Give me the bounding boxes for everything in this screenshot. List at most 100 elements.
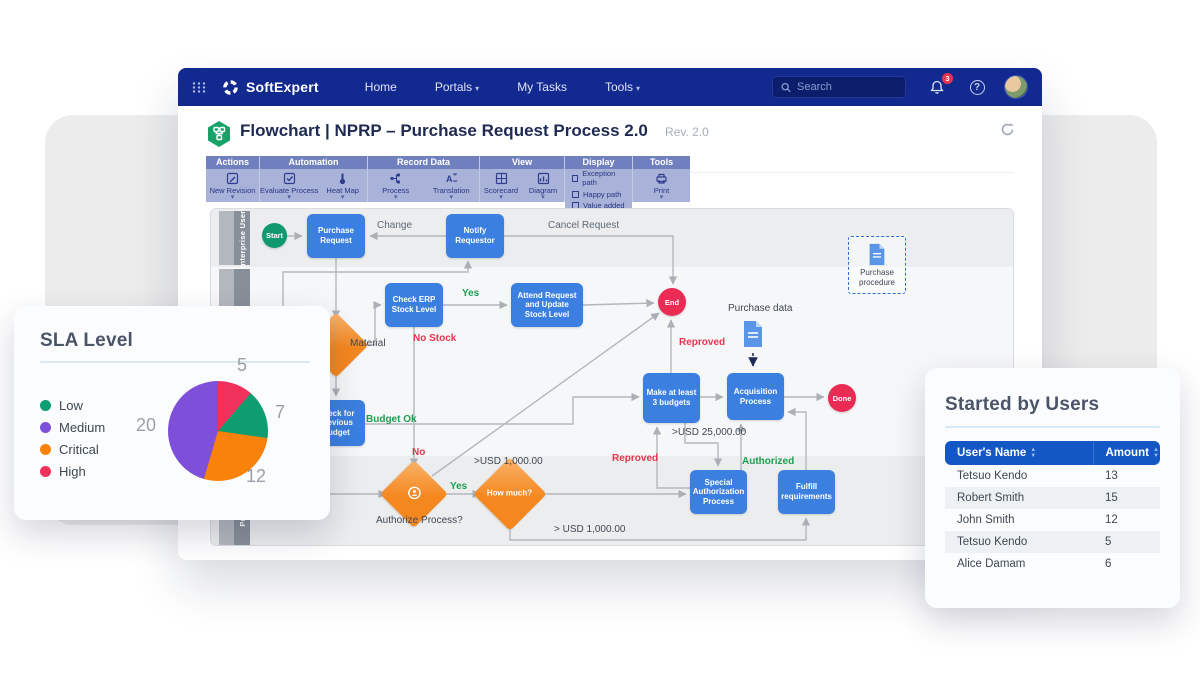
group-header: Actions bbox=[206, 156, 259, 169]
avatar[interactable] bbox=[1004, 75, 1028, 99]
brand-name: SoftExpert bbox=[246, 79, 319, 95]
purchase-request-node[interactable]: Purchase Request bbox=[307, 214, 365, 258]
group-header: Display bbox=[565, 156, 632, 169]
legend-item-low: Low bbox=[40, 398, 105, 413]
table-row: Robert Smith15 bbox=[945, 487, 1160, 509]
legend-dot bbox=[40, 400, 51, 411]
evaluate-process-button[interactable]: Evaluate Process▾ bbox=[260, 172, 318, 200]
group-header: Automation bbox=[260, 156, 367, 169]
special-authorization-node[interactable]: Special Authorization Process bbox=[690, 470, 747, 514]
fulfill-requirements-node[interactable]: Fulfill requirements bbox=[778, 470, 835, 514]
card-title: Started by Users bbox=[945, 394, 1160, 416]
document-icon bbox=[742, 320, 764, 348]
edge-label-cancel-request: Cancel Request bbox=[548, 220, 619, 231]
help-icon: ? bbox=[970, 80, 985, 95]
group-header: View bbox=[480, 156, 564, 169]
checkbox-icon bbox=[572, 191, 579, 198]
edge-label-usd25000: >USD 25,000.00 bbox=[672, 427, 746, 438]
end-node[interactable]: End bbox=[658, 288, 686, 316]
edge-label-budget-ok: Budget Ok bbox=[366, 414, 417, 425]
purchase-procedure-artifact[interactable]: Purchase procedure bbox=[848, 236, 906, 294]
search-icon bbox=[781, 82, 791, 93]
attend-request-node[interactable]: Attend Request and Update Stock Level bbox=[511, 283, 583, 327]
nav-item-portals[interactable]: Portals▾ bbox=[435, 80, 479, 94]
help-button[interactable]: ? bbox=[968, 78, 986, 96]
check-erp-stock-level-node[interactable]: Check ERP Stock Level bbox=[385, 283, 443, 327]
flowchart-app-icon bbox=[206, 120, 232, 148]
navbar: SoftExpert Home Portals▾ My Tasks Tools▾… bbox=[178, 68, 1042, 106]
legend-item-critical: Critical bbox=[40, 442, 105, 457]
document-icon bbox=[868, 243, 886, 266]
acquisition-process-node[interactable]: Acquisition Process bbox=[727, 373, 784, 420]
nav-item-tools[interactable]: Tools▾ bbox=[605, 80, 640, 94]
edge-label-reproved: Reproved bbox=[612, 453, 658, 464]
purchase-data-artifact[interactable] bbox=[742, 320, 764, 353]
svg-text:A: A bbox=[446, 174, 453, 184]
brand-logo: SoftExpert bbox=[222, 79, 319, 96]
legend-item-medium: Medium bbox=[40, 420, 105, 435]
sort-icon: ▲▼ bbox=[1153, 447, 1159, 459]
notify-requestor-node[interactable]: Notify Requestor bbox=[446, 214, 504, 258]
group-header: Tools bbox=[633, 156, 690, 169]
edge-label-no: No bbox=[412, 447, 425, 458]
evaluate-process-icon bbox=[283, 172, 296, 185]
edge-label-change: Change bbox=[377, 220, 412, 231]
print-button[interactable]: Print▾ bbox=[633, 172, 690, 200]
gateway-label-authorize-process: Authorize Process? bbox=[376, 515, 463, 526]
nav-item-my-tasks[interactable]: My Tasks bbox=[517, 80, 567, 94]
amount-cell: 15 bbox=[1093, 487, 1160, 509]
toolbar-group-view: View Scorecard▾ Diagram▾ bbox=[480, 156, 565, 202]
toolbar-group-actions: Actions New Revision▾ bbox=[206, 156, 260, 202]
user-name-cell: Tetsuo Kendo bbox=[945, 465, 1093, 487]
lane-handle bbox=[219, 211, 234, 265]
users-table: User's Name▲▼ Amount▲▼ Tetsuo Kendo13 Ro… bbox=[945, 441, 1160, 575]
process-icon bbox=[389, 172, 402, 185]
edge-label-yes: Yes bbox=[450, 481, 467, 492]
pie-value-critical: 12 bbox=[246, 466, 266, 487]
new-revision-button[interactable]: New Revision▾ bbox=[206, 172, 259, 200]
amount-cell: 6 bbox=[1093, 553, 1160, 575]
scorecard-button[interactable]: Scorecard▾ bbox=[480, 172, 522, 200]
toolbar-group-automation: Automation Evaluate Process▾ Heat Map▾ bbox=[260, 156, 368, 202]
ribbon-toolbar: Actions New Revision▾ Automation Evaluat… bbox=[206, 156, 690, 202]
search-input[interactable] bbox=[797, 81, 897, 93]
checkbox-happy-path[interactable]: Happy path bbox=[572, 190, 625, 199]
legend-dot bbox=[40, 466, 51, 477]
refresh-button[interactable] bbox=[1000, 122, 1015, 137]
checkbox-exception-path[interactable]: Exception path bbox=[572, 169, 625, 187]
diagram-icon bbox=[537, 172, 550, 185]
search-box[interactable] bbox=[772, 76, 906, 98]
table-row: John Smith12 bbox=[945, 509, 1160, 531]
edge-label-no-stock: No Stock bbox=[413, 333, 456, 344]
legend-dot bbox=[40, 444, 51, 455]
checkbox-icon bbox=[572, 175, 578, 182]
table-row: Tetsuo Kendo5 bbox=[945, 531, 1160, 553]
page: SoftExpert Home Portals▾ My Tasks Tools▾… bbox=[0, 0, 1200, 675]
title-underline bbox=[945, 426, 1160, 428]
amount-cell: 12 bbox=[1093, 509, 1160, 531]
diagram-button[interactable]: Diagram▾ bbox=[522, 172, 564, 200]
start-node[interactable]: Start bbox=[262, 223, 287, 248]
notifications-button[interactable]: 3 bbox=[928, 78, 946, 96]
amount-cell: 5 bbox=[1093, 531, 1160, 553]
nav-item-home[interactable]: Home bbox=[365, 80, 397, 94]
process-button[interactable]: Process▾ bbox=[368, 172, 424, 200]
column-header-amount[interactable]: Amount▲▼ bbox=[1093, 441, 1160, 465]
print-icon bbox=[655, 172, 668, 185]
page-title: Flowchart | NPRP – Purchase Request Proc… bbox=[240, 121, 648, 141]
app-grid-icon[interactable] bbox=[192, 80, 206, 94]
edge-label-material: Material bbox=[350, 338, 386, 349]
amount-cell: 13 bbox=[1093, 465, 1160, 487]
column-header-users-name[interactable]: User's Name▲▼ bbox=[945, 441, 1093, 465]
pie-value-high: 5 bbox=[237, 355, 247, 376]
done-node[interactable]: Done bbox=[828, 384, 856, 412]
translation-icon: A bbox=[445, 172, 458, 185]
sla-level-card: SLA Level Low Medium Critical High 5 7 1… bbox=[14, 306, 330, 520]
user-name-cell: Robert Smith bbox=[945, 487, 1093, 509]
translation-button[interactable]: A Translation▾ bbox=[424, 172, 480, 200]
heat-map-button[interactable]: Heat Map▾ bbox=[318, 172, 367, 200]
make-3-budgets-node[interactable]: Make at least 3 budgets bbox=[643, 373, 700, 423]
group-header: Record Data bbox=[368, 156, 479, 169]
sort-icon: ▲▼ bbox=[1030, 447, 1036, 459]
started-by-users-card: Started by Users User's Name▲▼ Amount▲▼ … bbox=[925, 368, 1180, 608]
